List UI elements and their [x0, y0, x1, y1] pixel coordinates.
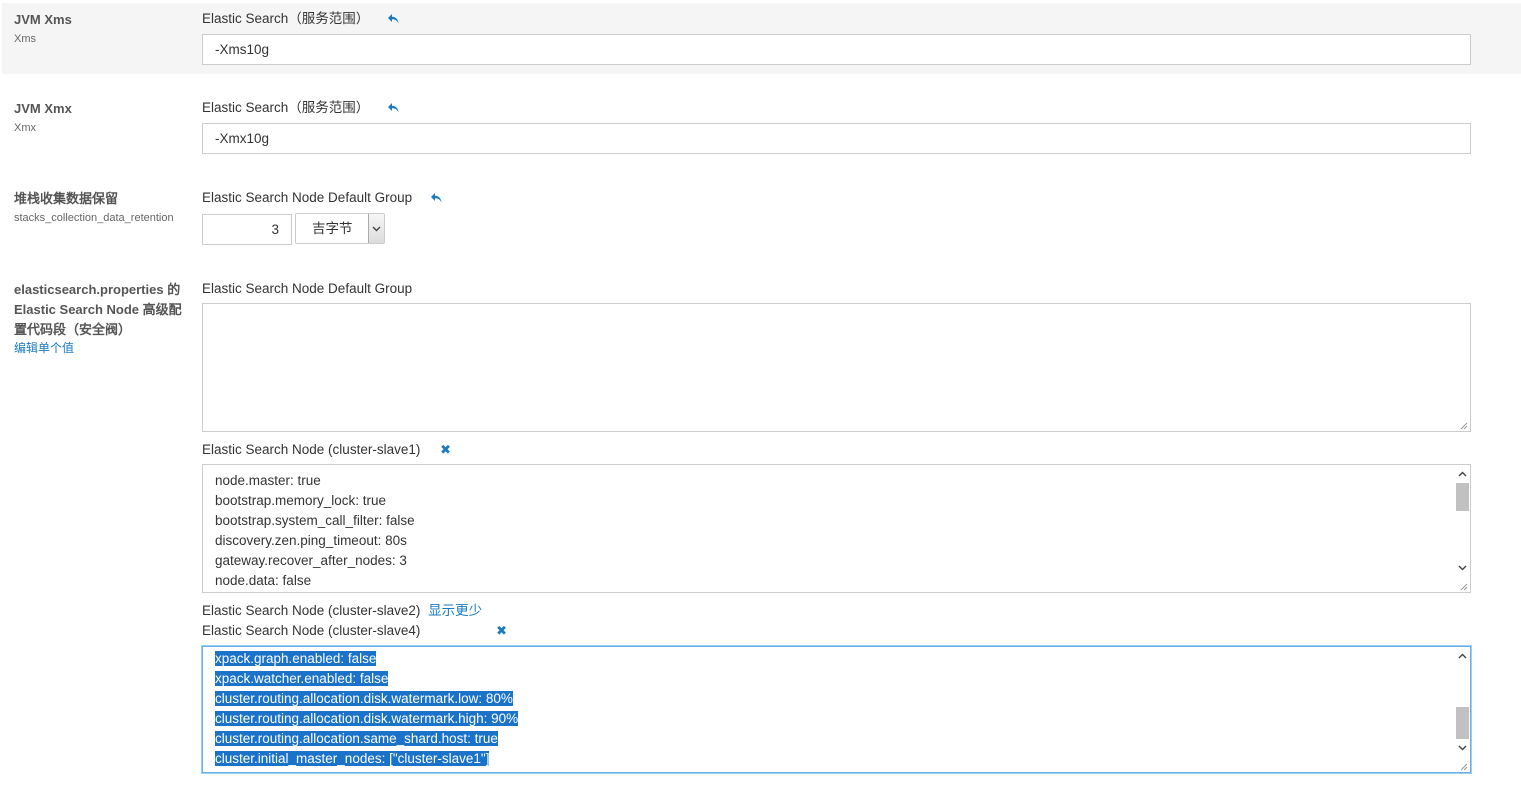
config-title-line: Elastic Search Node 高级配 — [14, 302, 182, 317]
scope-label: Elastic Search Node (cluster-slave4) ✖ — [202, 621, 507, 641]
scope-text: Elastic Search Node (cluster-slave2) — [202, 603, 421, 618]
scope-text: Elastic Search（服务范围） — [202, 100, 370, 115]
config-row-jvm-xms: JVM Xms Xms Elastic Search（服务范围） -Xms10g — [2, 3, 1521, 74]
config-row-jvm-xmx: JVM Xmx Xmx Elastic Search（服务范围） -Xmx10g — [2, 92, 1521, 162]
vertical-scrollbar[interactable] — [1454, 647, 1470, 772]
config-row-safety-valve: elasticsearch.properties 的 Elastic Searc… — [2, 273, 1521, 793]
config-title: JVM Xms — [14, 12, 72, 27]
scope-label: Elastic Search Node (cluster-slave2) 显示更… — [202, 601, 482, 621]
scope-label: Elastic Search Node Default Group — [202, 188, 443, 210]
retention-value-input[interactable]: 3 — [202, 214, 292, 245]
text-line: bootstrap.memory_lock: true — [215, 493, 387, 508]
scroll-up-icon[interactable] — [1454, 648, 1470, 664]
undo-arrow-icon[interactable] — [430, 190, 443, 210]
retention-unit-select[interactable]: 吉字节 — [295, 213, 385, 244]
slave4-textarea[interactable]: xpack.graph.enabled: false xpack.watcher… — [202, 646, 1471, 773]
config-key: Xmx — [14, 122, 36, 134]
label-block: JVM Xmx Xmx — [14, 99, 192, 135]
scope-label: Elastic Search（服务范围） — [202, 98, 400, 120]
chevron-down-icon[interactable] — [368, 214, 384, 243]
text-line: node.master: true — [215, 473, 321, 488]
jvm-xms-input[interactable]: -Xms10g — [202, 34, 1471, 65]
slave1-textarea[interactable]: node.master: true bootstrap.memory_lock:… — [202, 464, 1471, 593]
scroll-down-icon[interactable] — [1454, 740, 1470, 756]
text-line: cluster.routing.allocation.disk.watermar… — [215, 691, 513, 706]
text-line: gateway.recover_after_nodes: 3 — [215, 553, 407, 568]
textarea-content: xpack.graph.enabled: false xpack.watcher… — [215, 649, 1450, 769]
config-key: Xms — [14, 33, 36, 45]
jvm-xmx-input[interactable]: -Xmx10g — [202, 123, 1471, 154]
label-block: elasticsearch.properties 的 Elastic Searc… — [14, 280, 192, 356]
config-title: 堆栈收集数据保留 — [14, 191, 119, 206]
text-line: bootstrap.system_call_filter: false — [215, 513, 415, 528]
config-row-stacks-retention: 堆栈收集数据保留 stacks_collection_data_retentio… — [2, 182, 1521, 252]
edit-individual-values-link[interactable]: 编辑单个值 — [14, 340, 192, 356]
text-line: cluster.routing.allocation.disk.watermar… — [215, 711, 519, 726]
scope-label: Elastic Search Node Default Group — [202, 279, 412, 299]
scope-label: Elastic Search（服务范围） — [202, 9, 400, 31]
label-block: JVM Xms Xms — [14, 10, 192, 46]
text-line: xpack.watcher.enabled: false — [215, 671, 389, 686]
resize-grip-icon[interactable] — [1458, 761, 1468, 771]
config-title-line: elasticsearch.properties 的 — [14, 282, 181, 297]
close-x-icon[interactable]: ✖ — [440, 440, 451, 460]
scope-text: Elastic Search Node Default Group — [202, 281, 413, 296]
text-line: discovery.zen.ping_timeout: 80s — [215, 533, 407, 548]
config-key: stacks_collection_data_retention — [14, 212, 174, 224]
scope-text: Elastic Search Node Default Group — [202, 190, 413, 205]
undo-arrow-icon[interactable] — [387, 11, 400, 31]
scope-text: Elastic Search（服务范围） — [202, 11, 370, 26]
show-less-link[interactable]: 显示更少 — [428, 603, 482, 618]
scope-text: Elastic Search Node (cluster-slave4) — [202, 623, 421, 638]
undo-arrow-icon[interactable] — [387, 100, 400, 120]
scroll-down-icon[interactable] — [1454, 560, 1470, 576]
scroll-up-icon[interactable] — [1454, 466, 1470, 482]
text-line: xpack.graph.enabled: false — [215, 651, 377, 666]
resize-grip-icon[interactable] — [1458, 420, 1468, 430]
scope-label: Elastic Search Node (cluster-slave1) ✖ — [202, 440, 451, 460]
config-title: JVM Xmx — [14, 101, 72, 116]
default-group-textarea[interactable] — [202, 303, 1471, 432]
vertical-scrollbar[interactable] — [1454, 465, 1470, 592]
unit-selected-value: 吉字节 — [312, 221, 353, 236]
scrollbar-thumb[interactable] — [1456, 707, 1469, 739]
text-line: cluster.initial_master_nodes: ["cluster-… — [215, 751, 490, 766]
config-title-line: 置代码段（安全阀） — [14, 322, 132, 337]
scope-text: Elastic Search Node (cluster-slave1) — [202, 442, 421, 457]
close-x-icon[interactable]: ✖ — [496, 621, 507, 641]
resize-grip-icon[interactable] — [1458, 581, 1468, 591]
text-line: cluster.routing.allocation.same_shard.ho… — [215, 731, 498, 746]
textarea-content: node.master: true bootstrap.memory_lock:… — [215, 471, 1450, 591]
label-block: 堆栈收集数据保留 stacks_collection_data_retentio… — [14, 189, 192, 225]
text-line: node.data: false — [215, 573, 312, 588]
scrollbar-thumb[interactable] — [1456, 483, 1469, 511]
